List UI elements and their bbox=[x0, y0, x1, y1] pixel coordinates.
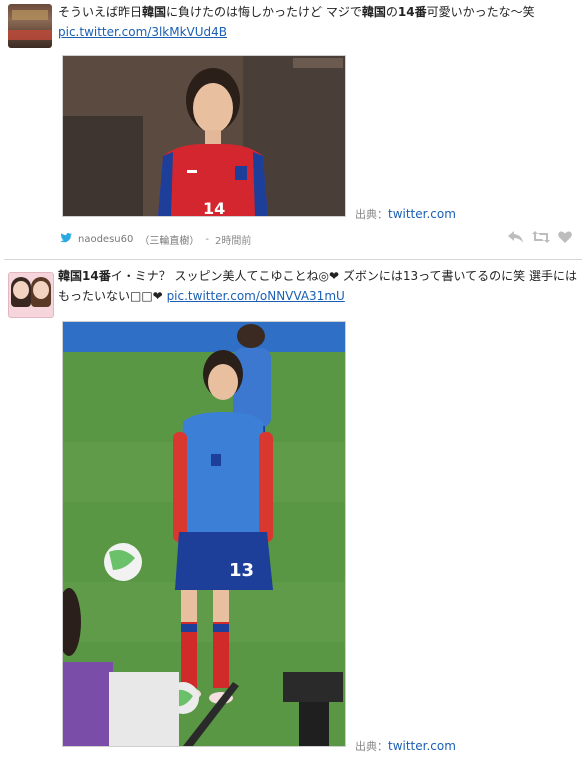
tweet-text-part: に負けたのは悔しかったけど マジで bbox=[166, 5, 362, 19]
photo-source: 出典：twitter.com bbox=[355, 738, 456, 754]
tweet-timestamp[interactable]: 2時間前 bbox=[215, 232, 251, 247]
source-label: 出典： bbox=[355, 740, 388, 753]
avatar[interactable] bbox=[8, 4, 52, 48]
avatar[interactable] bbox=[8, 272, 54, 318]
tweet-actions bbox=[508, 231, 572, 247]
tweet-text: 韓国14番イ・ミナ？ スッピン美人てこゆことね◎❤ ズボンには13って書いてるの… bbox=[58, 266, 578, 306]
tweet-text-bold: 韓国 bbox=[142, 5, 167, 19]
avatar-face bbox=[33, 281, 49, 299]
avatar-face bbox=[13, 281, 29, 299]
source-site-link[interactable]: twitter.com bbox=[388, 207, 456, 221]
avatar-shelf bbox=[12, 10, 48, 20]
tweet-photo[interactable]: 14 bbox=[62, 55, 346, 217]
avatar-desk bbox=[8, 30, 52, 40]
reply-icon[interactable] bbox=[508, 231, 524, 247]
photo-soccer-field: 13 bbox=[63, 322, 345, 746]
twitter-bird-icon bbox=[60, 233, 72, 246]
tweet-username[interactable]: naodesu60 bbox=[78, 234, 133, 245]
tweet-text-bold: 14番 bbox=[397, 5, 427, 19]
tweet-text-bold: 韓国14番 bbox=[58, 269, 111, 283]
tweet-text-part: 可愛いかったな～笑 bbox=[426, 5, 535, 19]
photo-source: 出典：twitter.com bbox=[355, 206, 456, 222]
svg-text:13: 13 bbox=[229, 560, 254, 581]
source-site-link[interactable]: twitter.com bbox=[388, 739, 456, 753]
tweet-link[interactable]: pic.twitter.com/3lkMkVUd4B bbox=[58, 25, 227, 39]
tweet-photo[interactable]: 13 bbox=[62, 321, 346, 747]
svg-text:14: 14 bbox=[203, 199, 225, 216]
retweet-icon[interactable] bbox=[532, 231, 550, 247]
tweet-meta: naodesu60 （三輪直樹） - 2時間前 bbox=[60, 232, 251, 247]
tweet-2: 韓国14番イ・ミナ？ スッピン美人てこゆことね◎❤ ズボンには13って書いてるの… bbox=[0, 262, 586, 758]
heart-icon[interactable] bbox=[558, 231, 572, 247]
tweet-text-bold: 韓国 bbox=[361, 5, 386, 19]
tweet-text-part: の bbox=[385, 5, 398, 19]
tweet-1: そういえば昨日韓国に負けたのは悔しかったけど マジで韓国の14番可愛いかったな～… bbox=[0, 0, 586, 262]
tweet-divider bbox=[4, 259, 582, 260]
tweet-link[interactable]: pic.twitter.com/oNNVVA31mU bbox=[167, 289, 345, 303]
photo-player-portrait: 14 bbox=[63, 56, 345, 216]
tweet-display-name: （三輪直樹） bbox=[139, 236, 200, 247]
meta-separator: - bbox=[205, 234, 209, 245]
source-label: 出典： bbox=[355, 208, 388, 221]
tweet-text-part: そういえば昨日 bbox=[58, 5, 143, 19]
tweet-text: そういえば昨日韓国に負けたのは悔しかったけど マジで韓国の14番可愛いかったな～… bbox=[58, 2, 578, 42]
